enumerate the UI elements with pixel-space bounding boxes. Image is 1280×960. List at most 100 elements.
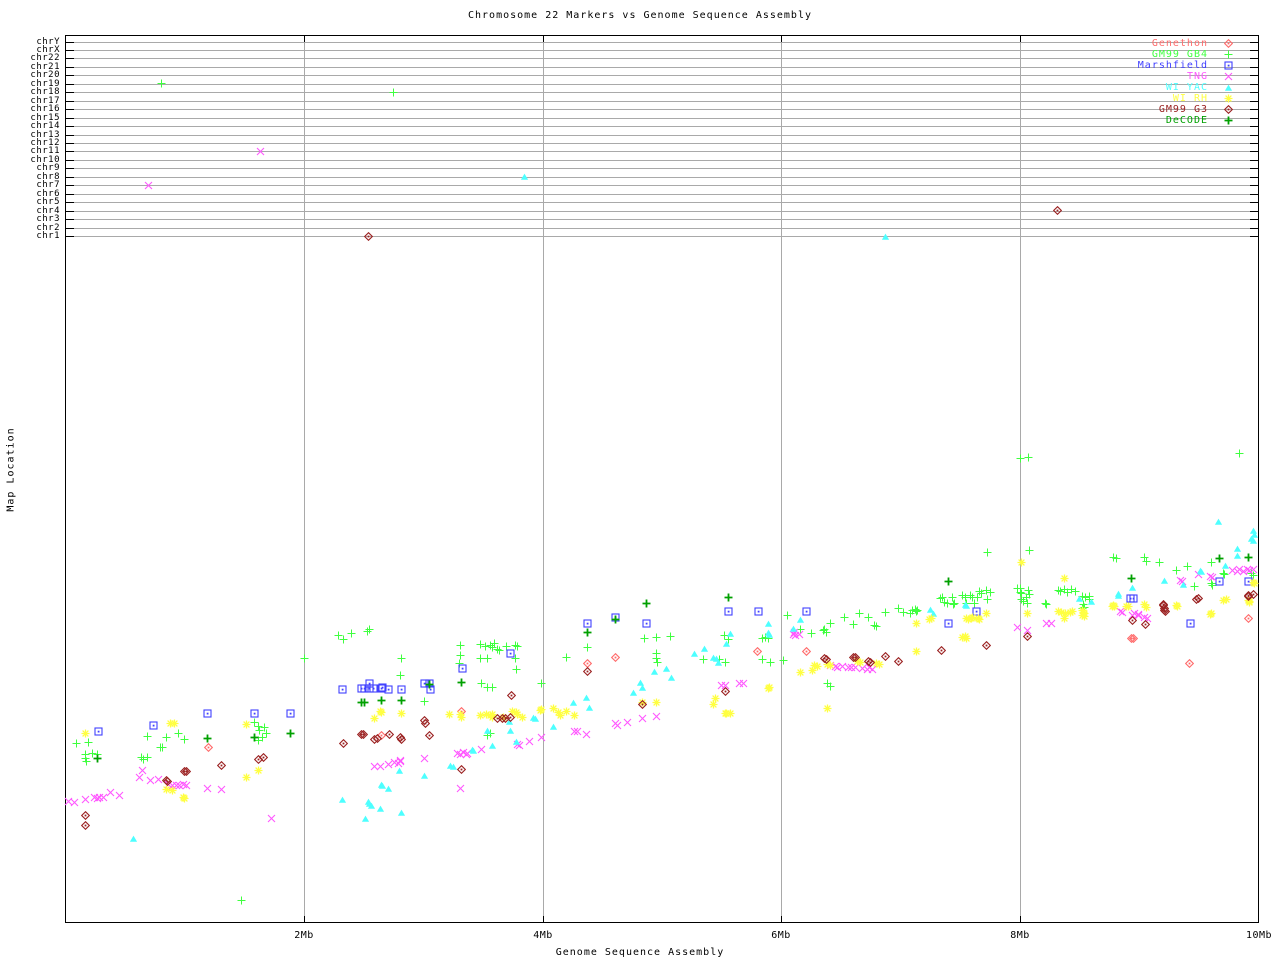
axis-tick-left: [66, 202, 74, 203]
data-point-wi-rh: [1108, 602, 1117, 611]
data-point-wi-rh: [170, 719, 179, 728]
data-point-genethon: [802, 647, 811, 656]
data-point-wi-rh: [242, 720, 251, 729]
data-point-gm99-g3: [1244, 592, 1253, 601]
data-point-wi-yac: [629, 688, 638, 697]
data-point-wi-yac: [714, 658, 723, 667]
data-point-wi-yac: [962, 601, 971, 610]
data-point-wi-yac: [483, 726, 492, 735]
data-point-gm99-g3: [894, 657, 903, 666]
data-point-wi-yac: [512, 737, 521, 746]
data-point-gm99-gb4: [420, 697, 429, 706]
data-point-wi-rh: [1222, 595, 1231, 604]
axis-tick-left: [66, 135, 74, 136]
chromosome-line: [66, 211, 1258, 212]
data-point-gm99-gb4: [826, 682, 835, 691]
legend-marker-gm99-g3: [1224, 105, 1233, 114]
data-point-wi-yac: [384, 784, 393, 793]
data-point-tng: [739, 679, 748, 688]
data-point-gm99-gb4: [653, 658, 662, 667]
data-point-gm99-g3: [217, 761, 226, 770]
data-point-gm99-gb4: [143, 753, 152, 762]
data-point-wi-yac: [338, 795, 347, 804]
data-point-gm99-gb4: [1025, 590, 1034, 599]
legend-marker-marshfield: [1224, 61, 1233, 70]
data-point-gm99-gb4: [822, 628, 831, 637]
x-tick-label: 10Mb: [1229, 931, 1280, 941]
data-point-wi-rh: [1060, 614, 1069, 623]
data-point-gm99-gb4: [1112, 554, 1121, 563]
data-point-tng: [217, 785, 226, 794]
data-point-gm99-gb4: [1172, 566, 1181, 575]
data-point-gm99-g3: [583, 667, 592, 676]
data-point-gm99-g3: [851, 653, 860, 662]
data-point-wi-yac: [726, 629, 735, 638]
x-tick-label: 8Mb: [990, 931, 1050, 941]
data-point-wi-rh: [765, 683, 774, 692]
data-point-gm99-gb4: [913, 606, 922, 615]
data-point-gm99-gb4: [986, 588, 995, 597]
data-point-gm99-g3: [364, 232, 373, 241]
x-tick-label: 6Mb: [751, 931, 811, 941]
axis-tick-right: [1250, 42, 1258, 43]
data-point-marshfield: [203, 709, 212, 718]
axis-tick-right: [1250, 211, 1258, 212]
data-point-decode: [1244, 553, 1253, 562]
data-point-marshfield: [365, 679, 374, 688]
data-point-gm99-g3: [507, 691, 516, 700]
x-tick-label: 4Mb: [513, 931, 573, 941]
axis-tick-right: [1250, 67, 1258, 68]
data-point-gm99-g3: [881, 652, 890, 661]
data-point-gm99-g3: [457, 765, 466, 774]
data-point-tng: [135, 773, 144, 782]
axis-tick-right: [1250, 219, 1258, 220]
data-point-gm99-g3: [421, 719, 430, 728]
data-point-gm99-gb4: [1235, 449, 1244, 458]
data-point-wi-yac: [1197, 567, 1206, 576]
data-point-wi-rh: [254, 766, 263, 775]
data-point-marshfield: [754, 607, 763, 616]
data-point-wi-rh: [813, 662, 822, 671]
data-point-gm99-g3: [425, 731, 434, 740]
data-point-gm99-g3: [373, 734, 382, 743]
data-point-decode: [377, 696, 386, 705]
axis-tick-left: [66, 84, 74, 85]
data-point-wi-yac: [488, 741, 497, 750]
axis-tick-bottom: [1020, 916, 1021, 922]
data-point-gm99-g3: [1053, 206, 1062, 215]
data-point-gm99-gb4: [1042, 600, 1051, 609]
axis-tick-left: [66, 109, 74, 110]
data-point-decode: [457, 678, 466, 687]
axis-tick-right: [1250, 194, 1258, 195]
data-point-wi-yac: [582, 693, 591, 702]
chromosome-line: [66, 151, 1258, 152]
data-point-tng: [573, 727, 582, 736]
data-point-marshfield: [149, 721, 158, 730]
axis-tick-right: [1250, 228, 1258, 229]
data-point-gm99-g3: [1128, 616, 1137, 625]
chromosome-line: [66, 219, 1258, 220]
axis-tick-left: [66, 160, 74, 161]
data-point-wi-yac: [376, 804, 385, 813]
data-point-gm99-gb4: [950, 599, 959, 608]
data-point-marshfield: [397, 685, 406, 694]
data-point-gm99-gb4: [157, 79, 166, 88]
data-point-wi-yac: [395, 766, 404, 775]
data-point-marshfield: [1186, 619, 1195, 628]
data-point-gm99-gb4: [1142, 557, 1151, 566]
data-point-gm99-gb4: [365, 625, 374, 634]
legend-label: WI RH: [1048, 93, 1208, 104]
data-point-decode: [1127, 574, 1136, 583]
legend-label: DeCODE: [1048, 115, 1208, 126]
chromosome-line: [66, 202, 1258, 203]
axis-tick-bottom: [304, 916, 305, 922]
data-point-wi-rh: [962, 634, 971, 643]
data-point-gm99-g3: [822, 655, 831, 664]
data-point-tng: [396, 756, 405, 765]
data-point-gm99-gb4: [396, 671, 405, 680]
legend-marker-gm99-gb4: [1224, 50, 1233, 59]
data-point-wi-yac: [1087, 597, 1096, 606]
data-point-tng: [1208, 573, 1217, 582]
data-point-tng: [623, 718, 632, 727]
data-point-gm99-gb4: [180, 735, 189, 744]
